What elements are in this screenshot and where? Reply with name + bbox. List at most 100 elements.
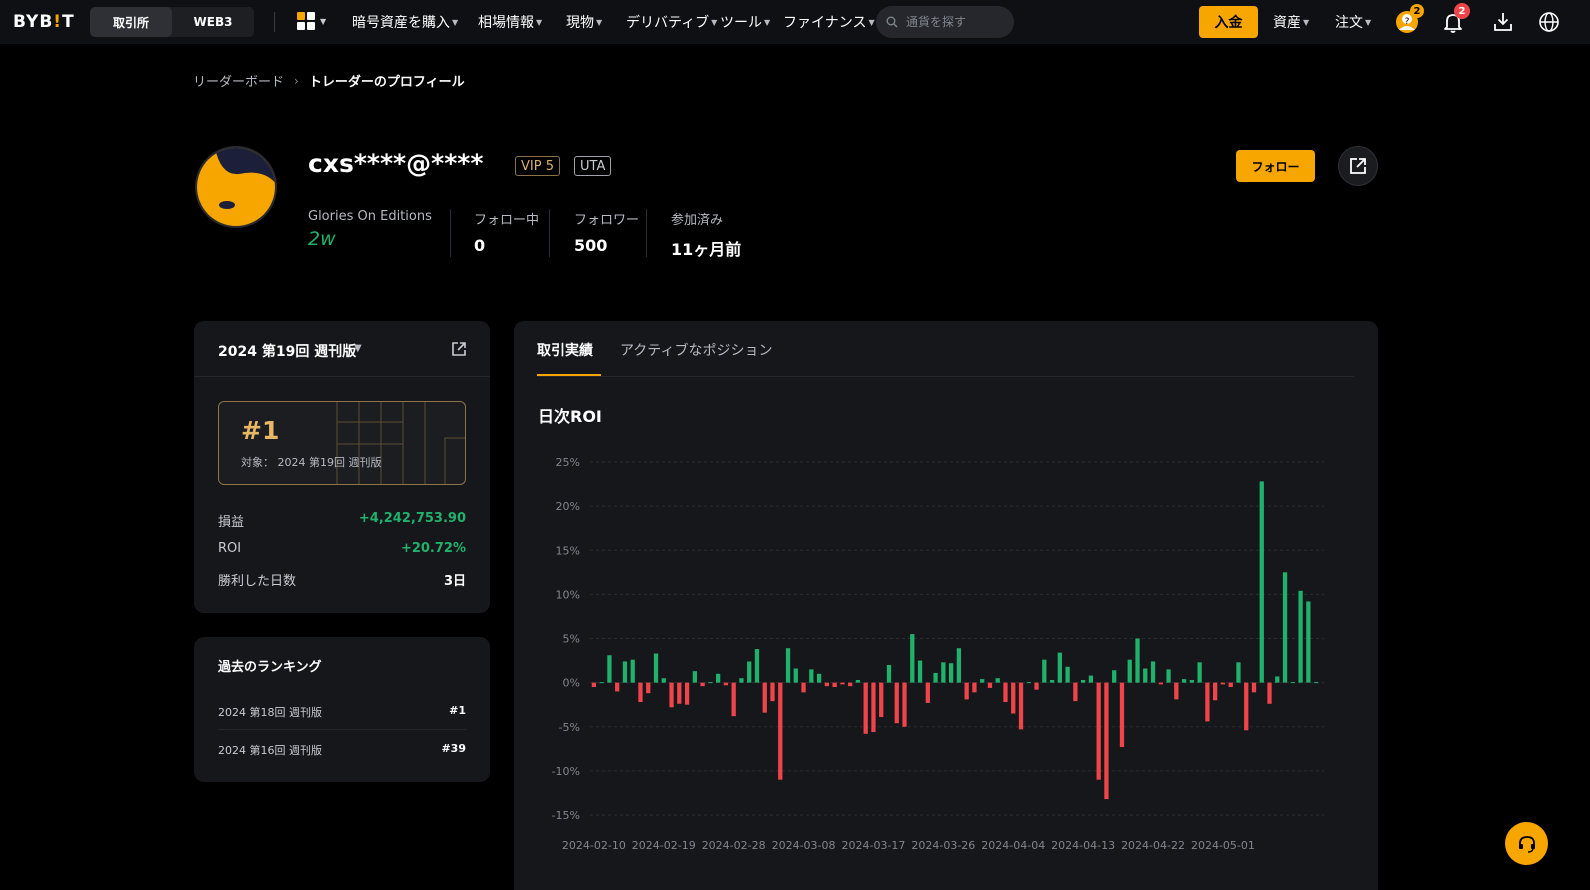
roi-bar xyxy=(1205,682,1210,722)
support-button[interactable] xyxy=(1505,822,1548,865)
roi-bar xyxy=(925,682,930,703)
roi-bar xyxy=(708,682,713,684)
roi-bar xyxy=(1104,682,1109,800)
deposit-button[interactable]: 入金 xyxy=(1199,6,1258,38)
roi-bar xyxy=(1073,682,1078,702)
external-link-icon[interactable] xyxy=(450,340,468,358)
roi-bar xyxy=(723,682,729,686)
uta-tag: UTA xyxy=(574,156,612,176)
x-tick-label: 2024-02-28 xyxy=(702,839,766,852)
row-value: +4,242,753.90 xyxy=(358,511,466,526)
y-tick-label: 5% xyxy=(563,633,580,646)
segment-web3[interactable]: WEB3 xyxy=(172,7,254,37)
emblem-label: Glories On Editions xyxy=(308,209,432,224)
vip-tag: VIP 5 xyxy=(515,156,560,176)
stat-followers: フォロワー 500 xyxy=(574,209,639,255)
history-period: 2024 第16回 週刊版 xyxy=(218,744,322,757)
roi-bar xyxy=(1011,682,1016,714)
roi-bar xyxy=(599,682,604,684)
menu-assets[interactable]: 資産 ▼ xyxy=(1273,12,1309,32)
past-ranking-card: 過去のランキング 2024 第18回 週刊版 #1 2024 第16回 週刊版 … xyxy=(194,637,490,782)
roi-bar xyxy=(1150,661,1156,683)
roi-bar xyxy=(1003,682,1008,703)
x-tick-label: 2024-05-01 xyxy=(1191,839,1255,852)
roi-bar xyxy=(778,682,783,780)
roi-bar xyxy=(1189,679,1194,683)
stat-value: 0 xyxy=(474,236,486,255)
roi-bar xyxy=(871,682,876,733)
roi-bar xyxy=(747,661,752,683)
menu-derivatives[interactable]: デリバティブ ▼ xyxy=(626,12,717,32)
x-tick-label: 2024-03-17 xyxy=(841,839,905,852)
roi-bar xyxy=(956,648,962,683)
menu-buy-crypto[interactable]: 暗号資産を購入 ▼ xyxy=(352,12,458,32)
roi-bar xyxy=(1112,670,1117,683)
roi-bar xyxy=(848,682,853,687)
stat-emblem: Glories On Editions 2w xyxy=(308,209,432,250)
roi-bar xyxy=(824,682,829,687)
breadcrumb: リーダーボード › トレーダーのプロフィール xyxy=(193,71,465,91)
past-ranking-title: 過去のランキング xyxy=(218,660,322,675)
row-label: 損益 xyxy=(218,515,245,530)
menu-orders[interactable]: 注文 ▼ xyxy=(1335,12,1371,32)
roi-bar xyxy=(1049,679,1055,683)
x-tick-label: 2024-04-04 xyxy=(981,839,1045,852)
help-badge: 2 xyxy=(1410,4,1424,18)
share-button[interactable] xyxy=(1338,146,1378,186)
coin-search[interactable] xyxy=(876,6,1014,38)
roi-bar xyxy=(669,682,674,708)
roi-bar xyxy=(770,682,775,702)
roi-bar xyxy=(607,655,612,683)
menu-markets[interactable]: 相場情報 ▼ xyxy=(478,12,542,32)
emblem-value: 2w xyxy=(308,228,336,250)
weekly-ranking-card: 2024 第19回 週刊版 ▼ #1 対象： 2024 第19回 週刊版 損益 … xyxy=(194,321,490,613)
roi-bar xyxy=(615,682,620,692)
menu-spot[interactable]: 現物 ▼ xyxy=(566,12,602,32)
bell-icon[interactable]: 2 xyxy=(1440,3,1470,35)
roi-bar xyxy=(1220,682,1226,685)
roi-bar xyxy=(1313,682,1319,684)
stat-joined: 参加済み 11ヶ月前 xyxy=(671,209,741,260)
bybit-logo[interactable]: BYB!T xyxy=(13,12,75,32)
notification-badge: 2 xyxy=(1454,3,1470,19)
roi-bar xyxy=(1244,682,1249,731)
roi-bar xyxy=(1158,682,1163,685)
roi-bar xyxy=(1042,659,1047,683)
roi-bar xyxy=(863,682,868,734)
search-icon xyxy=(886,16,898,28)
roi-bar xyxy=(917,660,923,683)
product-switch: 取引所 WEB3 xyxy=(90,7,254,37)
breadcrumb-leaderboard[interactable]: リーダーボード xyxy=(193,71,284,90)
y-tick-label: 10% xyxy=(556,588,580,601)
list-item[interactable]: 2024 第16回 週刊版 #39 xyxy=(218,742,466,758)
username: cxs****@**** xyxy=(308,149,484,178)
caret-down-icon[interactable]: ▼ xyxy=(354,343,362,354)
globe-icon[interactable] xyxy=(1536,9,1562,35)
roi-bar xyxy=(1181,679,1187,683)
history-rank: #39 xyxy=(441,742,466,755)
roi-bar xyxy=(1088,675,1094,683)
menu-tools[interactable]: ツール ▼ xyxy=(720,12,770,32)
download-icon[interactable] xyxy=(1490,9,1516,35)
search-input[interactable] xyxy=(906,15,1002,29)
roi-bar xyxy=(964,682,969,700)
nav-divider xyxy=(274,12,275,32)
roi-bar xyxy=(948,663,954,683)
pnl-row: 損益 +4,242,753.90 xyxy=(218,511,466,530)
roi-bar xyxy=(1213,682,1218,701)
week-selector[interactable]: 2024 第19回 週刊版 xyxy=(218,341,356,361)
roi-bar xyxy=(933,672,938,683)
roi-bar xyxy=(1135,638,1140,683)
roi-bar xyxy=(980,679,985,683)
apps-grid-icon[interactable]: ▼ xyxy=(297,12,327,32)
help-center-icon[interactable]: ? 2 xyxy=(1394,4,1424,35)
y-tick-label: -5% xyxy=(559,721,580,734)
segment-exchange[interactable]: 取引所 xyxy=(90,7,172,37)
follow-button[interactable]: フォロー xyxy=(1236,150,1315,182)
roi-bar xyxy=(1267,682,1272,704)
list-item[interactable]: 2024 第18回 週刊版 #1 xyxy=(218,704,466,720)
roi-bar xyxy=(1143,668,1148,683)
roi-bar xyxy=(1298,590,1303,683)
menu-finance[interactable]: ファイナンス ▼ xyxy=(783,12,875,32)
roi-bar xyxy=(910,634,915,683)
